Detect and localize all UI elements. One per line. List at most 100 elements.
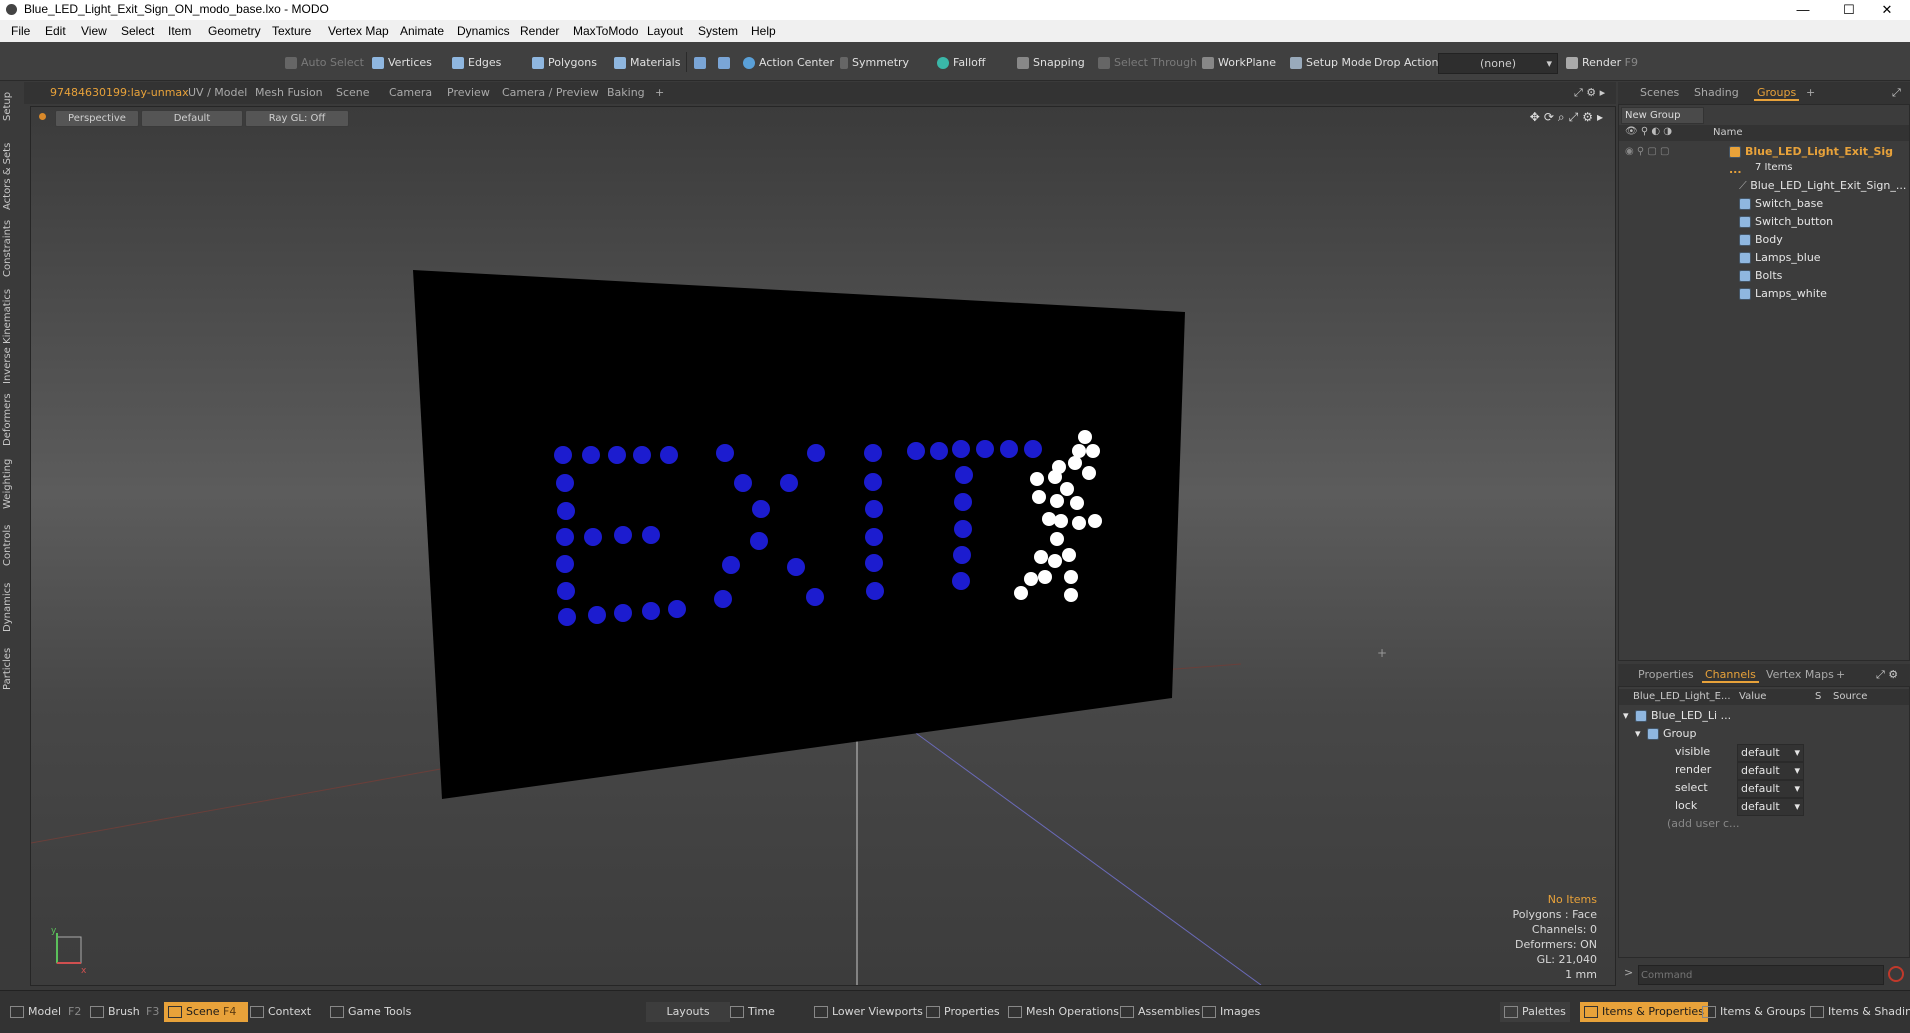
vtab-deformers[interactable]: Deformers <box>2 392 20 448</box>
tab-baking[interactable]: Baking <box>607 86 645 99</box>
tab-layout-unmax[interactable]: 97484630199:lay-unmax <box>50 86 189 99</box>
workplane-button[interactable]: WorkPlane <box>1202 53 1276 72</box>
auto-select-button[interactable]: Auto Select <box>285 53 364 72</box>
menu-render[interactable]: Render <box>520 24 559 38</box>
add-tab-button[interactable]: + <box>655 86 664 99</box>
channel-row-visible[interactable]: visible default ▾ <box>1619 743 1909 762</box>
properties-button[interactable]: Properties <box>922 1002 1004 1022</box>
add-user-channel[interactable]: (add user c... <box>1619 815 1909 833</box>
brush-layout-button[interactable]: Brush <box>86 1002 144 1022</box>
snapping-button[interactable]: Snapping <box>1017 53 1085 72</box>
tab-uv-model[interactable]: UV / Model <box>188 86 247 99</box>
command-input[interactable] <box>1638 965 1884 985</box>
items-properties-button[interactable]: Items & Properties <box>1580 1002 1708 1022</box>
layouts-button[interactable]: Layouts <box>646 1002 730 1022</box>
panel-settings-icon[interactable]: ⤢ ⚙ <box>1876 668 1898 682</box>
vtab-controls[interactable]: Controls <box>2 520 20 570</box>
lower-viewports-button[interactable]: Lower Viewports <box>810 1002 927 1022</box>
3d-viewport[interactable]: Perspective Default Ray GL: Off ✥⟳⌕⤢⚙▸ +… <box>30 106 1616 986</box>
materials-button[interactable]: Materials <box>614 53 680 72</box>
menu-system[interactable]: System <box>698 24 738 38</box>
menu-layout[interactable]: Layout <box>647 24 683 38</box>
scene-layout-button[interactable]: Scene F4 <box>164 1002 248 1022</box>
tab-channels[interactable]: Channels <box>1702 668 1759 683</box>
vtab-inverse-kinematics[interactable]: Inverse Kinematics <box>2 288 20 384</box>
expand-arrow-icon[interactable]: ▾ <box>1635 725 1641 743</box>
close-button[interactable]: ✕ <box>1864 0 1910 20</box>
menu-vertex-map[interactable]: Vertex Map <box>328 24 389 38</box>
channel-group-row[interactable]: ▾ Group <box>1619 725 1909 743</box>
vtab-actors-sets[interactable]: Actors & Sets <box>2 140 20 212</box>
edges-button[interactable]: Edges <box>452 53 501 72</box>
channel-value-select[interactable]: default ▾ <box>1737 762 1804 780</box>
expand-arrow-icon[interactable]: ▾ <box>1623 707 1629 725</box>
items-shading-button[interactable]: Items & Shading <box>1806 1002 1910 1022</box>
tab-vertex-maps[interactable]: Vertex Maps <box>1766 668 1834 681</box>
list-item[interactable]: Lamps_blue <box>1619 249 1909 267</box>
game-tools-button[interactable]: Game Tools <box>326 1002 415 1022</box>
list-item[interactable]: Lamps_white <box>1619 285 1909 303</box>
vtab-setup[interactable]: Setup <box>2 88 20 124</box>
shield-select-button[interactable] <box>694 53 710 72</box>
assemblies-button[interactable]: Assemblies <box>1116 1002 1204 1022</box>
falloff-button[interactable]: Falloff <box>937 53 985 72</box>
items-groups-button[interactable]: Items & Groups <box>1698 1002 1810 1022</box>
tab-camera-preview[interactable]: Camera / Preview <box>502 86 599 99</box>
new-group-button[interactable]: New Group <box>1621 107 1704 124</box>
vtab-constraints[interactable]: Constraints <box>2 218 20 278</box>
palettes-button[interactable]: Palettes <box>1500 1002 1570 1022</box>
minimize-button[interactable]: — <box>1780 0 1826 20</box>
tab-preview[interactable]: Preview <box>447 86 490 99</box>
menu-edit[interactable]: Edit <box>45 24 66 38</box>
add-channel-tab-button[interactable]: + <box>1836 668 1845 681</box>
context-layout-button[interactable]: Context <box>246 1002 315 1022</box>
list-item[interactable]: Switch_button <box>1619 213 1909 231</box>
channel-row-lock[interactable]: lock default ▾ <box>1619 797 1909 816</box>
shield-select-alt-button[interactable] <box>718 53 734 72</box>
render-button[interactable]: Render F9 <box>1566 53 1638 72</box>
menu-select[interactable]: Select <box>121 24 154 38</box>
action-center-button[interactable]: Action Center <box>743 53 834 72</box>
channel-value-select[interactable]: default ▾ <box>1737 798 1804 816</box>
polygons-button[interactable]: Polygons <box>532 53 597 72</box>
menu-maxtomodo[interactable]: MaxToModo <box>573 24 638 38</box>
time-button[interactable]: Time <box>726 1002 779 1022</box>
expand-panel-icon[interactable]: ⤢ <box>1892 86 1901 100</box>
drop-action-select[interactable]: (none) ▾ <box>1438 53 1558 74</box>
model-layout-button[interactable]: Model <box>6 1002 65 1022</box>
vertices-button[interactable]: Vertices <box>372 53 432 72</box>
vtab-dynamics[interactable]: Dynamics <box>2 580 20 634</box>
list-item[interactable]: Switch_base <box>1619 195 1909 213</box>
menu-file[interactable]: File <box>11 24 30 38</box>
tab-properties[interactable]: Properties <box>1638 668 1694 681</box>
list-item[interactable]: ⟋ Blue_LED_Light_Exit_Sign_... <box>1619 177 1909 195</box>
tab-scene[interactable]: Scene <box>336 86 370 99</box>
menu-texture[interactable]: Texture <box>272 24 311 38</box>
menu-animate[interactable]: Animate <box>400 24 444 38</box>
tab-scenes[interactable]: Scenes <box>1640 86 1679 99</box>
symmetry-button[interactable]: Symmetry <box>840 53 909 72</box>
channel-root-row[interactable]: ▾ Blue_LED_Li ... <box>1619 707 1909 725</box>
channel-row-render[interactable]: render default ▾ <box>1619 761 1909 780</box>
channel-value-select[interactable]: default ▾ <box>1737 744 1804 762</box>
menu-help[interactable]: Help <box>751 24 776 38</box>
add-panel-tab-button[interactable]: + <box>1806 86 1815 99</box>
channel-value-select[interactable]: default ▾ <box>1737 780 1804 798</box>
tab-mesh-fusion[interactable]: Mesh Fusion <box>255 86 323 99</box>
menu-geometry[interactable]: Geometry <box>208 24 261 38</box>
record-icon[interactable] <box>1888 966 1904 982</box>
menu-dynamics[interactable]: Dynamics <box>457 24 510 38</box>
list-item[interactable]: Body <box>1619 231 1909 249</box>
vtab-weighting[interactable]: Weighting <box>2 456 20 512</box>
expand-icon[interactable]: ⤢ ⚙ ▸ <box>1574 86 1605 100</box>
select-through-button[interactable]: Select Through <box>1098 53 1197 72</box>
vtab-particles[interactable]: Particles <box>2 642 20 696</box>
mesh-operations-button[interactable]: Mesh Operations <box>1004 1002 1123 1022</box>
channel-row-select[interactable]: select default ▾ <box>1619 779 1909 798</box>
tab-shading[interactable]: Shading <box>1694 86 1739 99</box>
setup-mode-button[interactable]: Setup Mode <box>1290 53 1371 72</box>
menu-item[interactable]: Item <box>168 24 191 38</box>
menu-view[interactable]: View <box>81 24 107 38</box>
images-button[interactable]: Images <box>1198 1002 1264 1022</box>
tab-camera[interactable]: Camera <box>389 86 432 99</box>
